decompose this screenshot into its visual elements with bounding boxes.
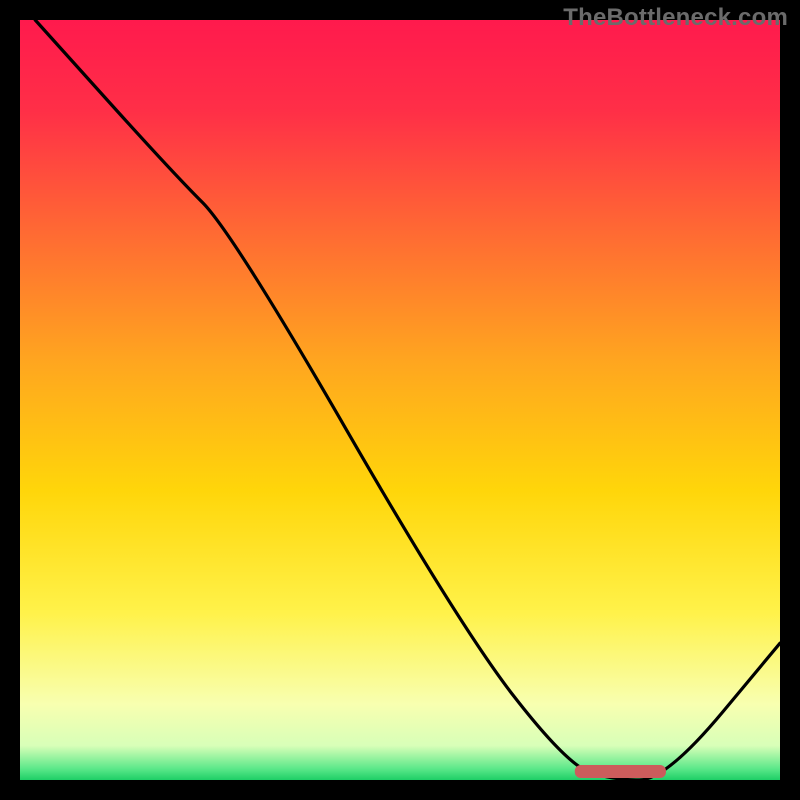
- watermark-text: TheBottleneck.com: [563, 4, 788, 32]
- gradient-background: [20, 20, 780, 780]
- bottleneck-chart: [0, 0, 800, 800]
- optimal-marker: [575, 765, 666, 778]
- plot-area: [20, 20, 780, 780]
- chart-container: TheBottleneck.com: [0, 0, 800, 800]
